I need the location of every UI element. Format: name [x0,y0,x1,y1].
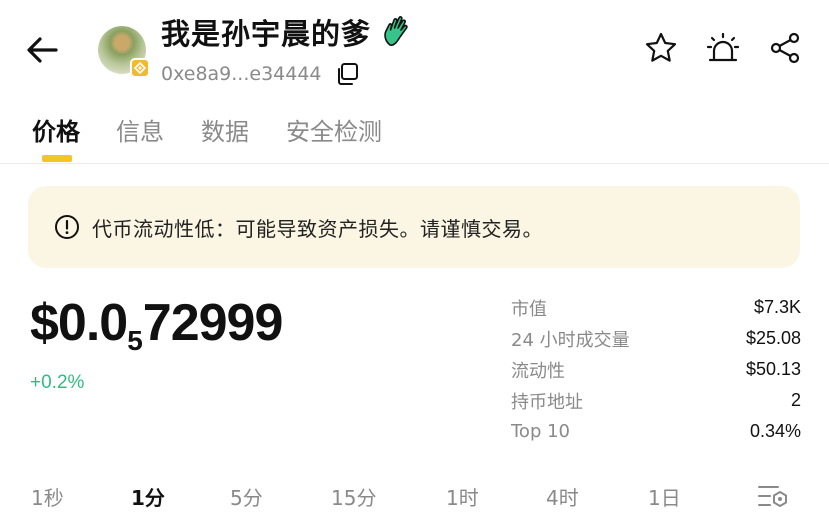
stat-holders: 持币地址 2 [511,385,801,416]
alarm-icon[interactable] [705,30,741,66]
price-prefix: $0.0 [30,294,128,352]
stat-value: 0.34% [749,421,801,441]
bnb-chain-icon [130,58,150,78]
stat-24h-volume: 24 小时成交量 $25.08 [511,323,801,354]
title-row: 我是孙宇晨的爹 [161,12,411,52]
share-icon[interactable] [767,30,803,66]
stat-liquidity: 流动性 $50.13 [511,354,801,385]
stat-top10: Top 10 0.34% [511,416,801,447]
interval-1h[interactable]: 1时 [446,482,479,511]
tab-security-check[interactable]: 安全检测 [286,112,382,147]
stat-label: 市值 [511,298,547,320]
stat-market-cap: 市值 $7.3K [511,292,801,323]
token-stats: 市值 $7.3K 24 小时成交量 $25.08 流动性 $50.13 持币地址… [511,292,801,447]
stat-value: 2 [790,390,801,410]
stat-label: Top 10 [511,421,571,442]
interval-5m[interactable]: 5分 [230,482,263,511]
address-row: 0xe8a9...e34444 [161,60,360,88]
chart-settings-icon[interactable] [756,482,790,510]
active-tab-indicator [42,155,72,162]
price-zero-count: 5 [127,325,143,356]
stat-value: $50.13 [745,359,801,379]
tab-data[interactable]: 数据 [201,112,249,147]
interval-1s[interactable]: 1秒 [31,482,64,511]
copy-icon[interactable] [334,61,360,87]
low-liquidity-warning: 代币流动性低：可能导致资产损失。请谨慎交易。 [28,186,800,268]
hand-icon [384,16,408,46]
star-icon[interactable] [643,30,679,66]
contract-address: 0xe8a9...e34444 [161,63,322,85]
info-circle-icon [55,215,79,239]
chart-interval-bar: 1秒 1分 5分 15分 1时 4时 1日 [0,476,829,516]
interval-15m[interactable]: 15分 [331,482,376,511]
token-price: $0.0572999 [30,293,284,357]
stat-value: $7.3K [753,297,801,317]
stat-label: 24 小时成交量 [511,329,630,351]
interval-1m[interactable]: 1分 [131,482,165,511]
interval-1d[interactable]: 1日 [648,482,681,511]
stat-label: 持币地址 [511,391,583,413]
back-arrow-icon[interactable] [22,30,62,70]
stat-value: $25.08 [745,328,801,348]
tab-info[interactable]: 信息 [116,112,164,147]
tab-bar: 价格 信息 数据 安全检测 [0,100,829,164]
warning-text: 代币流动性低：可能导致资产损失。请谨慎交易。 [92,216,543,241]
token-header: 我是孙宇晨的爹 0xe8a9...e34444 [0,0,829,100]
price-digits: 72999 [142,294,284,352]
tab-price[interactable]: 价格 [32,112,80,147]
price-change: +0.2% [30,372,85,393]
interval-4h[interactable]: 4时 [546,482,579,511]
stat-label: 流动性 [511,360,565,382]
header-actions [643,30,803,66]
token-title: 我是孙宇晨的爹 [161,17,372,51]
